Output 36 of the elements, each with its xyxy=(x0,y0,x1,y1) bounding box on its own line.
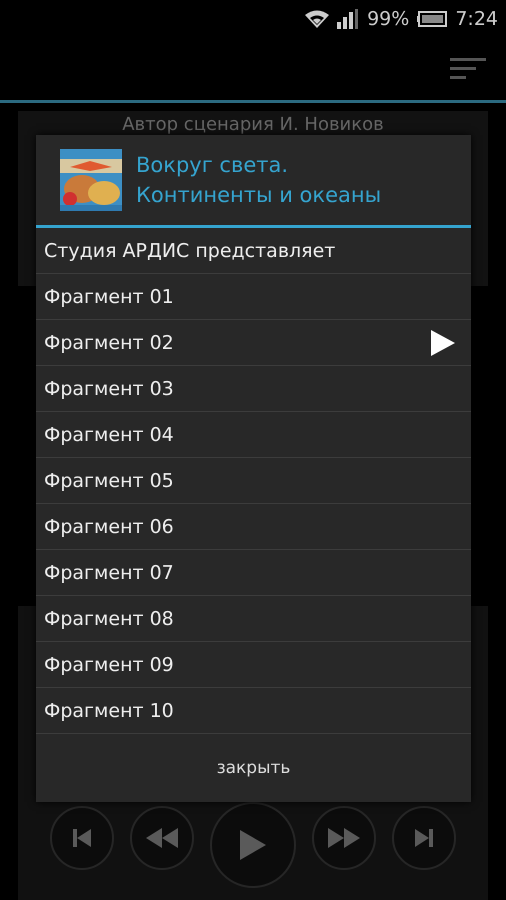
track-title: Фрагмент 06 xyxy=(44,516,174,538)
close-button[interactable]: закрыть xyxy=(36,734,471,802)
track-title: Фрагмент 08 xyxy=(44,608,174,630)
dialog-title: Вокруг света. xyxy=(136,152,290,179)
clock: 7:24 xyxy=(455,8,498,30)
skip-forward-icon xyxy=(412,826,436,850)
dialog-title: Континенты и океаны xyxy=(136,182,382,209)
track-item[interactable]: Фрагмент 08 xyxy=(36,596,471,642)
wifi-icon xyxy=(305,10,330,28)
track-item[interactable]: Фрагмент 07 xyxy=(36,550,471,596)
track-item[interactable]: Студия АРДИС представляет xyxy=(36,228,471,274)
track-title: Фрагмент 03 xyxy=(44,378,174,400)
track-title: Фрагмент 04 xyxy=(44,424,174,446)
track-title: Фрагмент 05 xyxy=(44,470,174,492)
signal-icon xyxy=(337,9,360,29)
track-title: Фрагмент 01 xyxy=(44,286,174,308)
track-title: Фрагмент 10 xyxy=(44,700,174,722)
track-item[interactable]: Фрагмент 04 xyxy=(36,412,471,458)
track-item[interactable]: Фрагмент 01 xyxy=(36,274,471,320)
battery-percent: 99% xyxy=(367,8,410,30)
track-title: Студия АРДИС представляет xyxy=(44,240,336,262)
skip-back-icon xyxy=(70,826,94,850)
track-title: Фрагмент 07 xyxy=(44,562,174,584)
track-item[interactable]: Фрагмент 03 xyxy=(36,366,471,412)
battery-icon xyxy=(417,11,448,27)
play-icon xyxy=(240,830,266,860)
track-item[interactable]: Фрагмент 06 xyxy=(36,504,471,550)
author-caption: Автор сценария И. Новиков xyxy=(122,114,384,136)
track-title: Фрагмент 09 xyxy=(44,654,174,676)
track-item[interactable]: Фрагмент 09 xyxy=(36,642,471,688)
rewind-icon xyxy=(146,828,178,848)
track-item[interactable]: Фрагмент 05 xyxy=(36,458,471,504)
track-title: Фрагмент 02 xyxy=(44,332,174,354)
fast-forward-icon xyxy=(328,828,360,848)
menu-icon[interactable] xyxy=(450,58,486,80)
track-item[interactable]: Фрагмент 02 xyxy=(36,320,471,366)
